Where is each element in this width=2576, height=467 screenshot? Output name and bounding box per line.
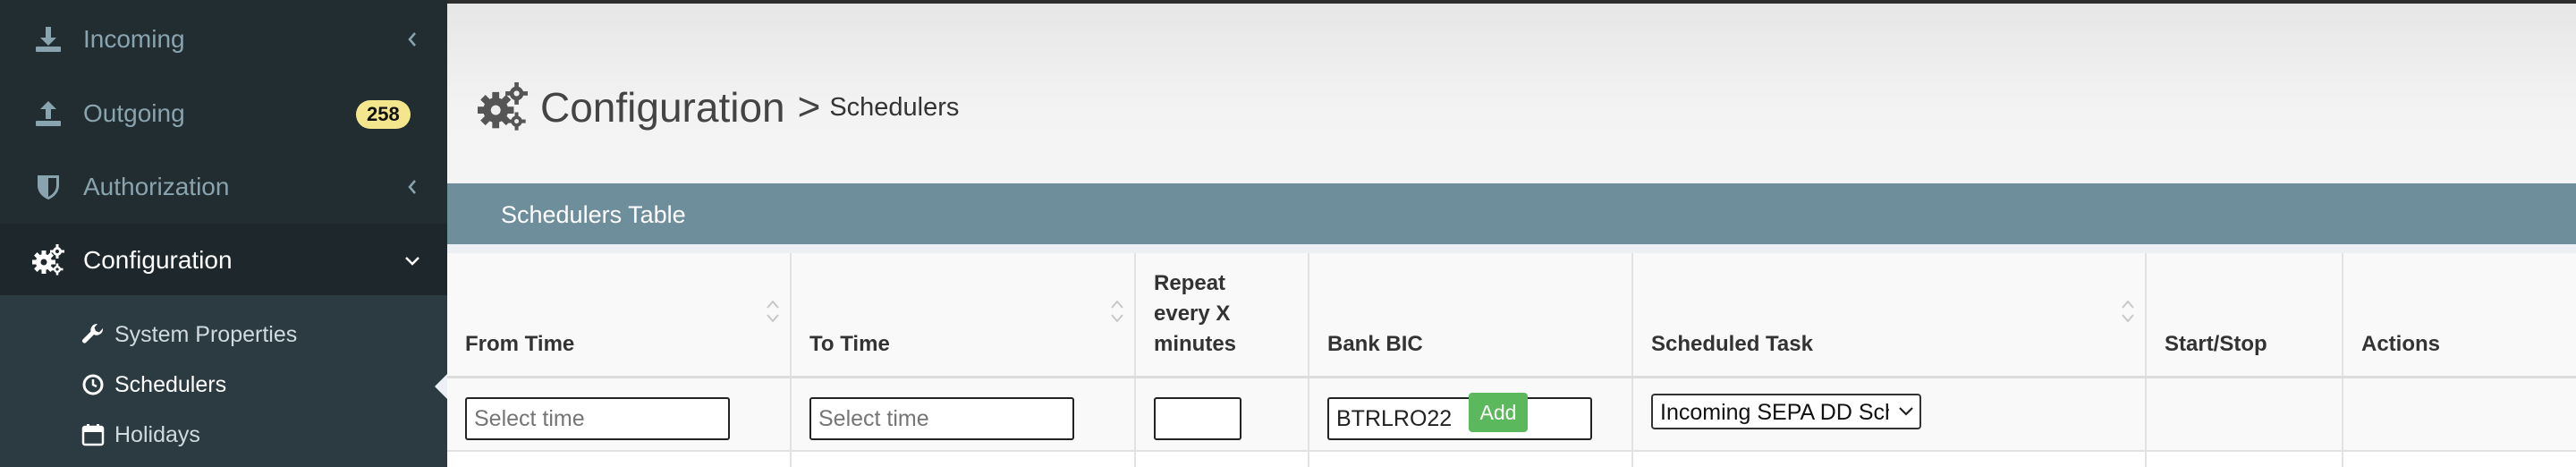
column-label: From Time xyxy=(465,332,575,356)
page-title-text: Configuration xyxy=(540,84,785,131)
sidebar-item-label: Outgoing xyxy=(83,99,185,127)
column-header-repeat: Repeat every X minutes xyxy=(1136,253,1309,376)
sidebar-subitem-holidays[interactable]: Holidays xyxy=(0,410,447,460)
column-header-start-stop: Start/Stop xyxy=(2147,253,2343,376)
sort-icon xyxy=(1111,300,1123,323)
column-header-actions: Actions xyxy=(2343,253,2576,376)
chevron-down-icon xyxy=(402,250,422,270)
sidebar-item-label: Configuration xyxy=(83,246,233,274)
content-header: Configuration > Schedulers xyxy=(447,4,2576,183)
from-time-input[interactable] xyxy=(465,397,730,440)
sidebar-item-outgoing[interactable]: Outgoing 258 xyxy=(0,77,447,150)
sidebar-item-authorization[interactable]: Authorization xyxy=(0,150,447,224)
breadcrumb-separator: > xyxy=(797,85,821,129)
sidebar-subitem-schedulers[interactable]: Schedulers xyxy=(0,360,447,410)
gears-icon xyxy=(478,82,528,131)
table-cell xyxy=(1309,452,1633,467)
bank-bic-input[interactable] xyxy=(1327,397,1592,440)
subitem-label: Holidays xyxy=(114,421,200,447)
sort-icon xyxy=(767,300,779,323)
column-header-scheduled-task[interactable]: Scheduled Task xyxy=(1633,253,2147,376)
column-header-to-time[interactable]: To Time xyxy=(792,253,1136,376)
sidebar-item-label: Authorization xyxy=(83,173,230,200)
column-label: Repeat every X minutes xyxy=(1154,268,1236,360)
table-cell xyxy=(1633,452,2147,467)
table-cell xyxy=(447,452,792,467)
sidebar: Incoming Outgoing 258 Authorization Conf… xyxy=(0,0,447,467)
column-label: Start/Stop xyxy=(2165,332,2267,356)
sidebar-subitem-system-properties[interactable]: System Properties xyxy=(0,310,447,360)
chevron-left-icon xyxy=(402,30,422,49)
sidebar-item-configuration[interactable]: Configuration xyxy=(0,224,447,297)
upload-icon xyxy=(32,98,64,130)
count-badge: 258 xyxy=(356,100,411,129)
table-cell xyxy=(2343,452,2576,467)
column-label: Bank BIC xyxy=(1327,332,1423,356)
page-subtitle: Schedulers xyxy=(829,92,960,122)
wrench-icon xyxy=(80,322,106,347)
to-time-input[interactable] xyxy=(809,397,1074,440)
active-item-pointer xyxy=(435,374,447,399)
column-label-line: Repeat xyxy=(1154,271,1226,295)
subitem-label: System Properties xyxy=(114,321,298,347)
table-cell xyxy=(2343,378,2576,450)
column-label: Scheduled Task xyxy=(1651,332,1813,356)
repeat-minutes-input[interactable] xyxy=(1154,397,1241,440)
sidebar-item-incoming[interactable]: Incoming xyxy=(0,3,447,76)
select-value: Incoming SEPA DD Scheduler xyxy=(1660,400,1889,425)
table-cell xyxy=(2147,378,2343,450)
schedulers-table: From Time To Time Repeat every X minutes… xyxy=(447,253,2576,467)
box-header: Schedulers Table xyxy=(447,183,2576,244)
configuration-submenu: System Properties Schedulers Holidays xyxy=(0,295,447,467)
column-label: To Time xyxy=(809,332,890,356)
chevron-left-icon xyxy=(402,177,422,197)
table-cell xyxy=(1136,452,1309,467)
table-cell xyxy=(792,452,1136,467)
scheduled-task-select[interactable]: Incoming SEPA DD Scheduler xyxy=(1651,394,1921,429)
calendar-icon xyxy=(80,422,106,447)
sort-icon xyxy=(2122,300,2134,323)
page-title: Configuration > Schedulers xyxy=(478,82,959,132)
gears-icon xyxy=(32,244,64,276)
shield-icon xyxy=(32,171,64,203)
add-button[interactable]: Add xyxy=(1469,393,1528,432)
column-label-line: every X xyxy=(1154,301,1231,326)
content-area: Configuration > Schedulers Schedulers Ta… xyxy=(447,0,2576,467)
column-label: Actions xyxy=(2361,332,2441,356)
sidebar-item-label: Incoming xyxy=(83,25,185,53)
column-header-from-time[interactable]: From Time xyxy=(447,253,792,376)
table-cell xyxy=(2147,452,2343,467)
column-label-line: minutes xyxy=(1154,332,1237,356)
clock-icon xyxy=(80,372,106,397)
subitem-label: Schedulers xyxy=(114,371,227,397)
download-icon xyxy=(32,23,64,55)
column-header-bank-bic: Bank BIC xyxy=(1309,253,1633,376)
chevron-down-icon xyxy=(1899,407,1913,416)
box-title: Schedulers Table xyxy=(501,201,686,228)
